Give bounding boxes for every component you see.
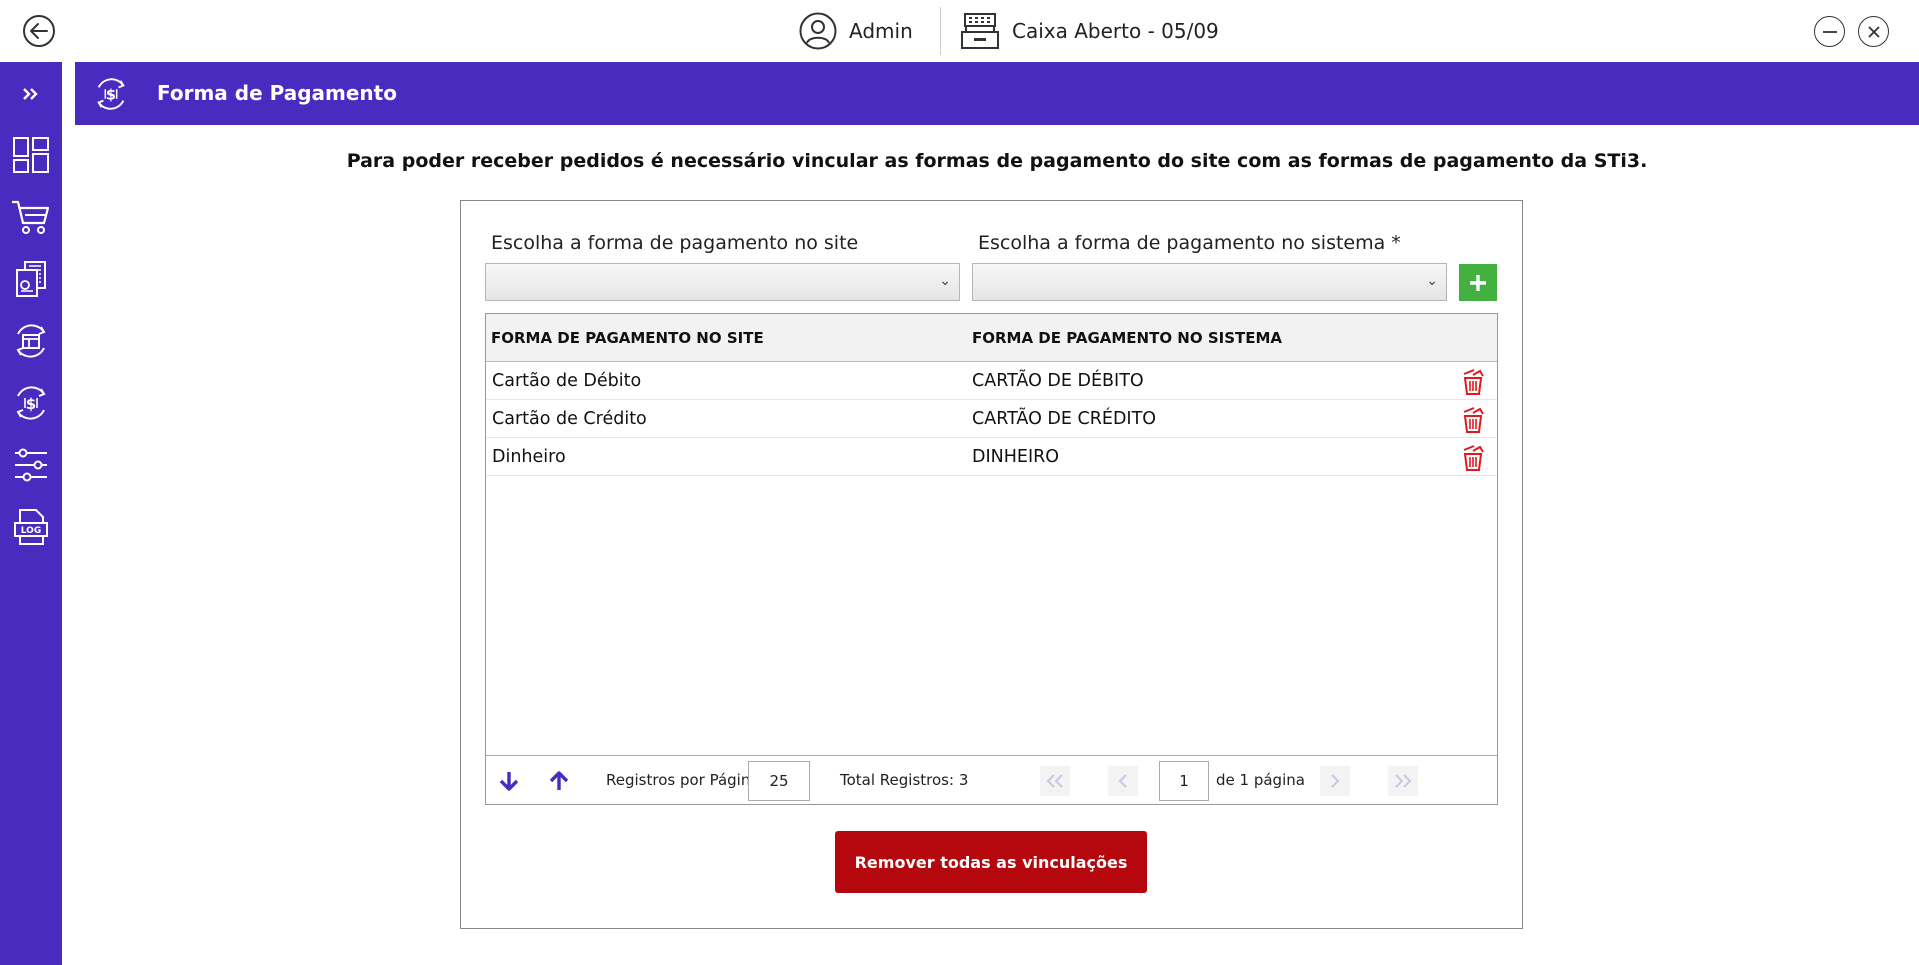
last-page-button[interactable] [1388, 766, 1418, 796]
next-page-button[interactable] [1320, 766, 1350, 796]
svg-text:$: $ [26, 395, 36, 413]
sidebar-item-settings[interactable] [0, 439, 62, 491]
cell-system-payment: CARTÃO DE DÉBITO [972, 371, 1144, 391]
user-icon [799, 12, 837, 50]
delete-row-button[interactable] [1460, 444, 1486, 472]
log-file-icon: LOG [14, 509, 48, 545]
remove-all-mappings-button[interactable]: Remover todas as vinculações [835, 831, 1147, 893]
cell-site-payment: Dinheiro [492, 447, 566, 467]
sidebar-expand-button[interactable] [0, 68, 62, 120]
sidebar: $ LOG [0, 62, 62, 965]
double-chevron-right-icon [1395, 774, 1412, 788]
sidebar-item-stores[interactable] [0, 315, 62, 367]
minimize-button[interactable] [1814, 16, 1845, 47]
trash-icon [1463, 445, 1484, 471]
plus-icon [1470, 274, 1486, 291]
sidebar-item-log[interactable]: LOG [0, 501, 62, 553]
first-page-button[interactable] [1040, 766, 1070, 796]
sidebar-item-products[interactable] [0, 253, 62, 305]
sliders-icon [15, 448, 47, 482]
table-row[interactable]: Cartão de Crédito CARTÃO DE CRÉDITO [486, 400, 1497, 438]
svg-text:LOG: LOG [21, 526, 41, 536]
trash-icon [1463, 369, 1484, 395]
site-payment-select[interactable]: ⌄ [485, 263, 960, 301]
arrow-up-icon [549, 771, 569, 790]
page-title: Forma de Pagamento [157, 81, 397, 105]
chevron-down-icon: ⌄ [1426, 273, 1438, 289]
sidebar-item-payment[interactable]: $ [0, 377, 62, 429]
sidebar-item-orders[interactable] [0, 191, 62, 243]
arrow-down-icon [499, 772, 519, 791]
delete-row-button[interactable] [1460, 368, 1486, 396]
pagination-bar: Registros por Página: Total Registros: 3… [486, 755, 1497, 804]
page-header: $ Forma de Pagamento [75, 62, 1919, 125]
records-per-page-label: Registros por Página: [606, 771, 765, 789]
payment-mapping-panel: Escolha a forma de pagamento no site Esc… [460, 200, 1523, 929]
cart-icon [12, 200, 50, 234]
store-sync-icon [16, 324, 46, 358]
system-payment-select[interactable]: ⌄ [972, 263, 1447, 301]
documents-icon [16, 261, 46, 297]
double-chevron-left-icon [1046, 774, 1063, 788]
mapping-grid: FORMA DE PAGAMENTO NO SITE FORMA DE PAGA… [485, 313, 1498, 805]
table-row[interactable]: Dinheiro DINHEIRO [486, 438, 1497, 476]
cell-system-payment: DINHEIRO [972, 447, 1060, 467]
sort-ascending-button[interactable] [546, 768, 572, 794]
current-page-input[interactable] [1159, 761, 1209, 801]
back-button[interactable] [23, 15, 55, 47]
grid-header: FORMA DE PAGAMENTO NO SITE FORMA DE PAGA… [486, 314, 1497, 362]
add-mapping-button[interactable] [1459, 264, 1497, 301]
column-header-system[interactable]: FORMA DE PAGAMENTO NO SISTEMA [972, 314, 1282, 362]
user-info[interactable]: Admin [799, 12, 913, 50]
double-chevron-right-icon [23, 88, 38, 100]
cell-site-payment: Cartão de Débito [492, 371, 642, 391]
cell-system-payment: CARTÃO DE CRÉDITO [972, 409, 1157, 429]
cash-register-text: Caixa Aberto - 05/09 [1012, 19, 1219, 43]
cash-register-icon [961, 13, 999, 49]
cash-register-status[interactable]: Caixa Aberto - 05/09 [960, 12, 1219, 50]
page-count-label: de 1 página [1216, 771, 1305, 789]
chevron-left-icon [1118, 774, 1127, 788]
previous-page-button[interactable] [1108, 766, 1138, 796]
close-button[interactable] [1858, 16, 1889, 47]
trash-icon [1463, 407, 1484, 433]
payment-sync-icon: $ [97, 78, 125, 110]
top-bar: Admin Caixa Aberto - 05/09 [0, 0, 1919, 62]
system-payment-label: Escolha a forma de pagamento no sistema … [978, 232, 1401, 254]
total-records-label: Total Registros: 3 [840, 771, 969, 789]
cell-site-payment: Cartão de Crédito [492, 409, 647, 429]
table-row[interactable]: Cartão de Débito CARTÃO DE DÉBITO [486, 362, 1497, 400]
sort-descending-button[interactable] [496, 768, 522, 794]
svg-text:$: $ [106, 88, 116, 104]
divider [940, 7, 941, 55]
chevron-down-icon: ⌄ [939, 273, 951, 289]
close-icon [1867, 25, 1880, 38]
minus-icon [1822, 30, 1837, 33]
site-payment-label: Escolha a forma de pagamento no site [491, 232, 859, 254]
instruction-text: Para poder receber pedidos é necessário … [346, 150, 1648, 172]
column-header-site[interactable]: FORMA DE PAGAMENTO NO SITE [491, 314, 764, 362]
records-per-page-input[interactable] [748, 761, 810, 801]
arrow-left-icon [30, 23, 48, 39]
user-name: Admin [849, 19, 913, 43]
delete-row-button[interactable] [1460, 406, 1486, 434]
payment-sync-icon: $ [16, 386, 46, 420]
chevron-right-icon [1331, 774, 1340, 788]
